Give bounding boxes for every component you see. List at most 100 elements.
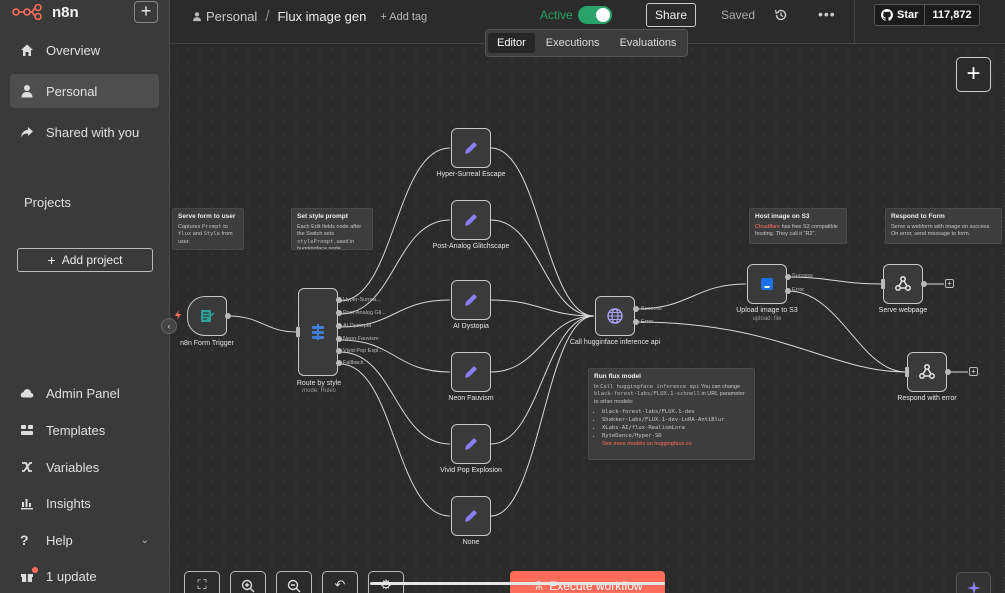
github-star-label-wrap: Star bbox=[875, 5, 925, 25]
sticky-title: Serve form to user bbox=[178, 213, 236, 220]
tab-editor[interactable]: Editor bbox=[488, 33, 535, 53]
sidebar-item-label: Variables bbox=[46, 459, 100, 475]
active-toggle[interactable] bbox=[578, 6, 612, 24]
zoom-in-button[interactable] bbox=[230, 571, 266, 593]
output-label: Vivid Pop Expl... bbox=[343, 348, 383, 354]
node-label: Vivid Pop Explosion bbox=[440, 467, 502, 474]
sidebar-item-shared[interactable]: Shared with you bbox=[10, 115, 159, 149]
horizontal-scrollbar[interactable] bbox=[370, 582, 665, 585]
form-icon bbox=[201, 310, 215, 322]
output-handle[interactable] bbox=[336, 336, 342, 342]
huggingface-link[interactable]: See more models on huggingface.co bbox=[602, 441, 749, 448]
output-handle[interactable] bbox=[336, 348, 342, 354]
share-button[interactable]: Share bbox=[646, 3, 696, 27]
sidebar-item-insights[interactable]: Insights bbox=[10, 486, 159, 520]
sidebar-item-variables[interactable]: Variables bbox=[10, 450, 159, 484]
sidebar-item-templates[interactable]: Templates bbox=[10, 413, 159, 447]
github-star-label: Star bbox=[897, 9, 919, 21]
node-none[interactable] bbox=[451, 496, 491, 536]
add-node-button[interactable]: + bbox=[969, 367, 978, 376]
node-hyper-surreal-escape[interactable] bbox=[451, 128, 491, 168]
output-handle[interactable] bbox=[336, 310, 342, 316]
output-handle[interactable] bbox=[921, 281, 927, 287]
sidebar-item-personal[interactable]: Personal bbox=[10, 74, 159, 108]
zoom-out-button[interactable] bbox=[276, 571, 312, 593]
home-icon bbox=[21, 44, 33, 56]
node-respond-with-error[interactable] bbox=[907, 352, 947, 392]
node-call-huggingface-api[interactable] bbox=[595, 296, 635, 336]
node-label: AI Dystopia bbox=[453, 323, 489, 330]
sidebar: n8n + Overview Personal Shared with you … bbox=[0, 0, 170, 593]
n8n-logo[interactable]: n8n bbox=[12, 2, 79, 22]
sticky-respond-form[interactable]: Respond to Form Serve a webform with ima… bbox=[885, 208, 1002, 244]
add-node-panel-button[interactable]: + bbox=[956, 57, 991, 92]
tab-executions[interactable]: Executions bbox=[537, 33, 609, 53]
variables-icon bbox=[22, 462, 32, 472]
sticky-run-flux[interactable]: Run flux model In Call huggingface infer… bbox=[588, 368, 755, 460]
node-post-analog-glitchscape[interactable] bbox=[451, 200, 491, 240]
sticky-text: You can change bbox=[699, 384, 741, 390]
node-vivid-pop-explosion[interactable] bbox=[451, 424, 491, 464]
output-handle[interactable] bbox=[336, 323, 342, 329]
more-options-icon[interactable]: ••• bbox=[818, 6, 836, 22]
tab-evaluations[interactable]: Evaluations bbox=[611, 33, 686, 53]
node-route-by-style[interactable] bbox=[298, 288, 338, 376]
add-project-button[interactable]: + Add project bbox=[17, 248, 153, 272]
pencil-icon bbox=[465, 294, 477, 306]
ai-assistant-button[interactable] bbox=[956, 572, 991, 593]
node-form-trigger[interactable] bbox=[187, 296, 227, 336]
output-label: Error bbox=[792, 287, 805, 293]
output-handle[interactable] bbox=[225, 313, 231, 319]
workflow-title[interactable]: Flux image gen bbox=[277, 9, 366, 24]
create-button[interactable]: + bbox=[134, 1, 158, 23]
sidebar-item-admin-panel[interactable]: Admin Panel bbox=[10, 376, 159, 410]
output-handle[interactable] bbox=[633, 319, 639, 325]
node-label: Post-Analog Glitchscape bbox=[432, 243, 510, 250]
webhook-icon bbox=[895, 276, 911, 291]
n8n-app: n8n + Overview Personal Shared with you … bbox=[0, 0, 1005, 593]
breadcrumb-project[interactable]: Personal bbox=[206, 9, 257, 24]
sticky-serve-form[interactable]: Serve form to user Captures Prompt to fl… bbox=[172, 208, 244, 250]
plus-icon: + bbox=[47, 252, 56, 268]
output-handle[interactable] bbox=[336, 360, 342, 366]
add-node-button[interactable]: + bbox=[945, 279, 954, 288]
collapse-sidebar-button[interactable]: ‹ bbox=[161, 318, 177, 334]
sticky-code: Style bbox=[203, 231, 221, 238]
pencil-icon bbox=[465, 438, 477, 450]
output-handle[interactable] bbox=[336, 297, 342, 303]
output-handle[interactable] bbox=[945, 369, 951, 375]
github-star-button[interactable]: Star 117,872 bbox=[874, 4, 980, 26]
output-handle[interactable] bbox=[785, 274, 791, 280]
workflow-canvas[interactable] bbox=[170, 44, 1005, 593]
input-handle[interactable] bbox=[881, 279, 885, 289]
input-handle[interactable] bbox=[905, 367, 909, 377]
node-neon-fauvism[interactable] bbox=[451, 352, 491, 392]
breadcrumb: Personal / Flux image gen + Add tag bbox=[192, 8, 427, 25]
node-serve-webpage[interactable] bbox=[883, 264, 923, 304]
history-icon[interactable] bbox=[774, 8, 788, 22]
model-item: Shakker-Labs/FLUX.1-dev-LoRA-AntiBlur bbox=[602, 417, 749, 423]
add-tag-button[interactable]: + Add tag bbox=[380, 11, 427, 23]
undo-icon: ↶ bbox=[334, 577, 346, 592]
view-tabs: Editor Executions Evaluations bbox=[485, 29, 689, 57]
projects-heading: Projects bbox=[24, 195, 71, 210]
fit-view-button[interactable]: ⛶ bbox=[184, 571, 220, 593]
sticky-host-s3[interactable]: Host image on S3 Cloudflare has free S3 … bbox=[749, 208, 847, 244]
node-upload-s3[interactable] bbox=[747, 264, 787, 304]
sticky-set-style[interactable]: Set style prompt Each Edit fields node a… bbox=[291, 208, 373, 250]
input-handle[interactable] bbox=[296, 327, 300, 337]
zoom-out-icon bbox=[287, 579, 301, 593]
sidebar-item-overview[interactable]: Overview bbox=[10, 33, 159, 67]
output-handle[interactable] bbox=[633, 306, 639, 312]
sticky-text: Captures bbox=[178, 224, 202, 230]
output-handle[interactable] bbox=[785, 288, 791, 294]
n8n-logo-icon bbox=[12, 4, 42, 20]
output-label: Neon Fauvism bbox=[343, 336, 379, 342]
sidebar-item-help[interactable]: ? Help ⌄ bbox=[10, 523, 159, 557]
node-ai-dystopia[interactable] bbox=[451, 280, 491, 320]
sidebar-item-label: Templates bbox=[46, 422, 106, 438]
undo-button[interactable]: ↶ bbox=[322, 571, 358, 593]
sidebar-item-label: Insights bbox=[46, 495, 91, 511]
sidebar-item-update[interactable]: 1 update bbox=[10, 559, 159, 593]
cloudflare-link[interactable]: Cloudflare bbox=[755, 224, 780, 230]
